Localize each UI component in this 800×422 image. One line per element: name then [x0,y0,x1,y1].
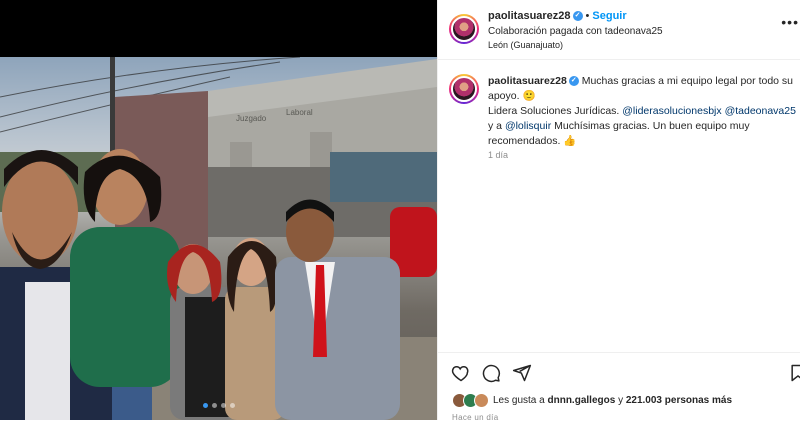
likes-count-link[interactable]: 221.003 personas más [626,395,732,406]
post-side-panel: paolitasuarez28 ✓ • Seguir Colaboración pag… [437,0,800,422]
post-date[interactable]: Hace un día [452,413,498,422]
carousel-dot [229,403,235,408]
likes-user-link[interactable]: dnnn.gallegos [548,395,616,406]
more-options-icon[interactable]: ••• [781,14,799,30]
carousel-indicator [0,403,437,408]
caption-timestamp[interactable]: 1 día [488,150,508,160]
post-location[interactable]: León (Guanajuato) [488,40,563,50]
verified-badge-icon: ✓ [568,76,579,87]
building-sign-1: Juzgado [236,114,267,123]
likes-text: Les gusta a dnnn.gallegos y 221.003 pers… [493,395,732,406]
caption-line-2: Lidera Soluciones Jurídicas. [488,105,620,117]
thumbs-up-emoji-icon: 👍 [563,135,577,147]
post-photo[interactable]: Juzgado Laboral [0,57,437,420]
carousel-dot [211,403,217,408]
mention-link[interactable]: @tadeonava25 [725,105,796,117]
separator-dot: • [585,10,590,22]
post-caption: paolitasuarez28 ✓ Muchas gracias a mi equ… [488,74,798,149]
verified-badge-icon: ✓ [572,11,583,22]
likes-summary[interactable]: Les gusta a dnnn.gallegos y 221.003 pers… [452,393,732,408]
carousel-dot [220,403,226,408]
author-username[interactable]: paolitasuarez28 [488,10,571,22]
post-actions: Les gusta a dnnn.gallegos y 221.003 pers… [438,352,800,422]
heart-icon[interactable] [451,363,471,383]
likes-conjunction: y [618,395,624,406]
comment-icon[interactable] [481,363,501,383]
send-icon[interactable] [512,363,532,383]
smile-emoji-icon: 🙂 [522,90,536,102]
building-sign-2: Laboral [286,108,313,117]
mention-link[interactable]: @lolisquir [505,120,551,132]
liker-avatar [474,393,489,408]
caption-avatar[interactable] [449,74,479,104]
paid-partnership-label[interactable]: Colaboración pagada con tadeonava25 [488,26,663,37]
post-media[interactable]: Juzgado Laboral [0,0,437,420]
caption-username[interactable]: paolitasuarez28 [488,75,567,87]
mention-link[interactable]: @liderasolucionesbjx [622,105,721,117]
post-header: paolitasuarez28 ✓ • Seguir Colaboración pag… [438,0,800,60]
likes-prefix: Les gusta a [493,395,545,406]
caption-connector: y a [488,120,503,132]
bookmark-icon[interactable] [788,363,800,383]
author-avatar[interactable] [449,14,479,44]
carousel-dot-active [202,403,208,408]
photo-illustration: Juzgado Laboral [0,57,437,420]
author-line: paolitasuarez28 ✓ • Seguir [488,10,627,22]
follow-button[interactable]: Seguir [592,10,626,22]
